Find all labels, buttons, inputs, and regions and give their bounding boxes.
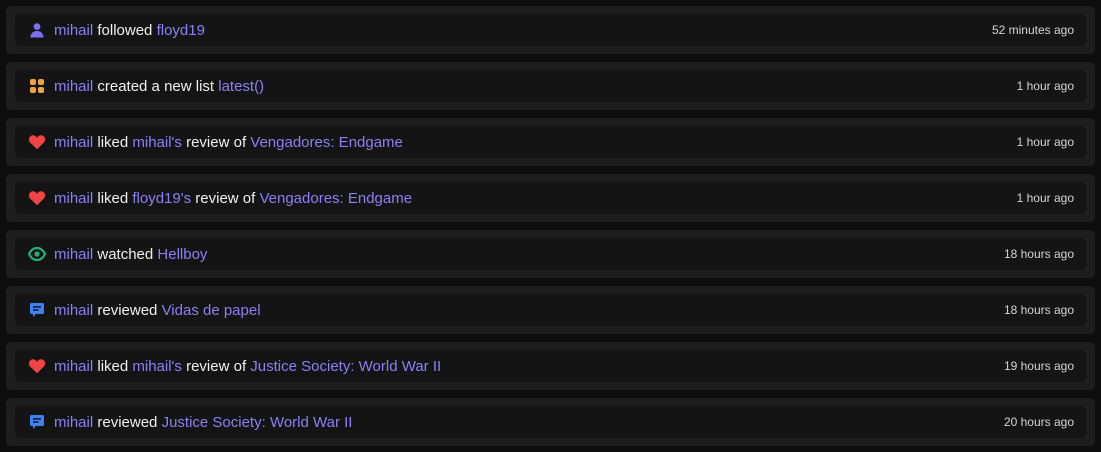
movie-link[interactable]: Hellboy xyxy=(157,246,207,263)
activity-item-inner: mihail reviewed Justice Society: World W… xyxy=(15,406,1086,438)
eye-icon xyxy=(28,245,46,263)
actor-link[interactable]: mihail xyxy=(54,190,93,207)
review-author-link[interactable]: floyd19's xyxy=(132,190,191,207)
actor-link[interactable]: mihail xyxy=(54,78,93,95)
activity-text: mihail liked mihail's review of Justice … xyxy=(54,358,1004,375)
list-link[interactable]: latest() xyxy=(218,78,264,95)
target-user-link[interactable]: floyd19 xyxy=(157,22,205,39)
activity-text: mihail followed floyd19 xyxy=(54,22,992,39)
review-author-link[interactable]: mihail's xyxy=(132,358,182,375)
movie-link[interactable]: Justice Society: World War II xyxy=(250,358,441,375)
activity-timestamp: 19 hours ago xyxy=(1003,359,1074,373)
activity-verb: created a new list xyxy=(93,77,219,95)
activity-verb: followed xyxy=(93,21,157,39)
activity-text: mihail reviewed Justice Society: World W… xyxy=(54,414,1004,431)
heart-icon xyxy=(28,357,46,375)
activity-timestamp: 18 hours ago xyxy=(1003,303,1074,317)
activity-verb: watched xyxy=(93,245,158,263)
list-icon xyxy=(28,77,46,95)
movie-link[interactable]: Vengadores: Endgame xyxy=(259,190,412,207)
actor-link[interactable]: mihail xyxy=(54,358,93,375)
activity-text: mihail created a new list latest() xyxy=(54,78,1017,95)
activity-item-inner: mihail watched Hellboy 18 hours ago xyxy=(15,238,1086,270)
activity-timestamp: 20 hours ago xyxy=(1003,415,1074,429)
activity-item: mihail followed floyd19 52 minutes ago xyxy=(6,6,1095,54)
activity-verb: reviewed xyxy=(93,413,162,431)
activity-timestamp: 1 hour ago xyxy=(1016,79,1074,93)
activity-item: mihail created a new list latest() 1 hou… xyxy=(6,62,1095,110)
actor-link[interactable]: mihail xyxy=(54,414,93,431)
user-icon xyxy=(28,21,46,39)
actor-link[interactable]: mihail xyxy=(54,134,93,151)
activity-item-inner: mihail liked mihail's review of Vengador… xyxy=(15,126,1086,158)
actor-link[interactable]: mihail xyxy=(54,302,93,319)
activity-item: mihail liked mihail's review of Justice … xyxy=(6,342,1095,390)
review-icon xyxy=(28,301,46,319)
activity-item: mihail reviewed Vidas de papel 18 hours … xyxy=(6,286,1095,334)
activity-text: mihail liked mihail's review of Vengador… xyxy=(54,134,1017,151)
activity-item: mihail watched Hellboy 18 hours ago xyxy=(6,230,1095,278)
activity-text: mihail liked floyd19's review of Vengado… xyxy=(54,190,1017,207)
activity-item-inner: mihail followed floyd19 52 minutes ago xyxy=(15,14,1086,46)
review-author-link[interactable]: mihail's xyxy=(132,134,182,151)
activity-item-inner: mihail liked floyd19's review of Vengado… xyxy=(15,182,1086,214)
activity-item-inner: mihail created a new list latest() 1 hou… xyxy=(15,70,1086,102)
activity-item: mihail reviewed Justice Society: World W… xyxy=(6,398,1095,446)
review-icon xyxy=(28,413,46,431)
activity-timestamp: 18 hours ago xyxy=(1003,247,1074,261)
activity-item-inner: mihail liked mihail's review of Justice … xyxy=(15,350,1086,382)
activity-verb: liked xyxy=(93,189,133,207)
activity-timestamp: 1 hour ago xyxy=(1016,191,1074,205)
activity-item-inner: mihail reviewed Vidas de papel 18 hours … xyxy=(15,294,1086,326)
activity-item: mihail liked floyd19's review of Vengado… xyxy=(6,174,1095,222)
activity-timestamp: 1 hour ago xyxy=(1016,135,1074,149)
activity-connector: review of xyxy=(191,189,260,207)
movie-link[interactable]: Vengadores: Endgame xyxy=(250,134,403,151)
activity-verb: liked xyxy=(93,133,133,151)
activity-text: mihail watched Hellboy xyxy=(54,246,1004,263)
activity-connector: review of xyxy=(181,357,251,375)
activity-verb: liked xyxy=(93,357,133,375)
heart-icon xyxy=(28,133,46,151)
movie-link[interactable]: Vidas de papel xyxy=(162,302,261,319)
actor-link[interactable]: mihail xyxy=(54,22,93,39)
actor-link[interactable]: mihail xyxy=(54,246,93,263)
activity-timestamp: 52 minutes ago xyxy=(991,23,1074,37)
activity-feed: mihail followed floyd19 52 minutes ago m… xyxy=(0,0,1101,452)
heart-icon xyxy=(28,189,46,207)
activity-connector: review of xyxy=(181,133,251,151)
activity-item: mihail liked mihail's review of Vengador… xyxy=(6,118,1095,166)
activity-verb: reviewed xyxy=(93,301,162,319)
movie-link[interactable]: Justice Society: World War II xyxy=(162,414,353,431)
activity-text: mihail reviewed Vidas de papel xyxy=(54,302,1004,319)
